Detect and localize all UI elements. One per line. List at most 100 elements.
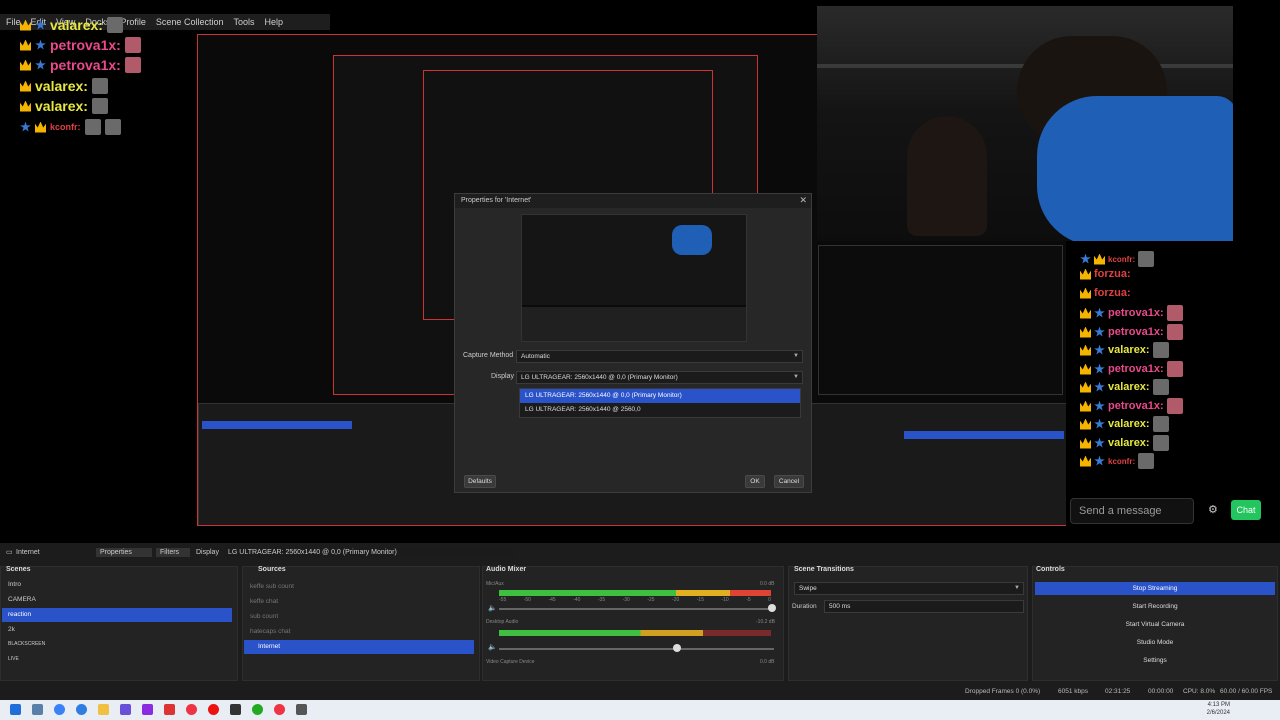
browser-icon[interactable] bbox=[76, 704, 87, 715]
app-icon[interactable] bbox=[164, 704, 175, 715]
defaults-button[interactable]: Defaults bbox=[464, 475, 496, 488]
stop-streaming-button[interactable]: Stop Streaming bbox=[1035, 582, 1275, 595]
emote-icon bbox=[1166, 398, 1183, 414]
bitrate: 6051 kbps bbox=[1058, 688, 1088, 695]
scene-item[interactable]: CAMERA bbox=[2, 593, 232, 607]
scene-item[interactable]: Intro bbox=[2, 578, 232, 592]
right-chat: kconfr: forzua: forzua: petrova1x: petro… bbox=[1066, 241, 1266, 531]
source-item[interactable]: hatecaps chat bbox=[244, 625, 474, 639]
capture-method-value: Automatic bbox=[521, 353, 550, 360]
emote-icon bbox=[1152, 379, 1169, 395]
menu-help[interactable]: Help bbox=[264, 17, 283, 27]
scene-item[interactable]: reaction bbox=[2, 608, 232, 622]
settings-button[interactable]: Settings bbox=[1035, 654, 1275, 667]
tick-label: -5 bbox=[746, 597, 751, 603]
toolbar-source-name: Internet bbox=[16, 548, 40, 556]
folder-icon[interactable] bbox=[98, 704, 109, 715]
properties-button[interactable]: Properties bbox=[96, 547, 152, 557]
chat-username: petrova1x: bbox=[1108, 363, 1164, 375]
tick-label: -10 bbox=[721, 597, 729, 603]
emote-icon bbox=[1166, 324, 1183, 340]
menu-tools[interactable]: Tools bbox=[233, 17, 254, 27]
chat-line: forzua: bbox=[1080, 287, 1131, 299]
chat-username: forzua: bbox=[1094, 268, 1131, 280]
display-select[interactable]: LG ULTRAGEAR: 2560x1440 @ 0,0 (Primary M… bbox=[516, 371, 803, 384]
opera-icon[interactable] bbox=[208, 704, 219, 715]
obs-icon[interactable] bbox=[230, 704, 241, 715]
chat-username: valarex: bbox=[1108, 418, 1150, 430]
chat-username: petrova1x: bbox=[50, 37, 121, 53]
speaker-muted-icon[interactable]: 🔈 bbox=[488, 643, 497, 651]
source-item[interactable]: keffe sub count bbox=[244, 580, 474, 594]
start-virtual-camera-button[interactable]: Start Virtual Camera bbox=[1035, 618, 1275, 631]
tick-label: 0 bbox=[768, 597, 771, 603]
volume-slider-track[interactable] bbox=[499, 608, 774, 610]
chrome-icon[interactable] bbox=[186, 704, 197, 715]
audio-channel-name: Desktop Audio bbox=[486, 619, 519, 625]
menu-scene-collection[interactable]: Scene Collection bbox=[156, 17, 224, 27]
chat-message-input[interactable]: Send a message bbox=[1070, 498, 1194, 524]
source-item[interactable]: sub count bbox=[244, 610, 474, 624]
source-item[interactable]: Internet bbox=[244, 640, 474, 654]
audio-channel-db: -10.2 dB bbox=[756, 619, 775, 625]
spotify-icon[interactable] bbox=[252, 704, 263, 715]
ok-button[interactable]: OK bbox=[745, 475, 765, 488]
source-item[interactable]: keffe chat bbox=[244, 595, 474, 609]
chat-send-button[interactable]: Chat bbox=[1231, 500, 1261, 520]
chat-line: kconfr: bbox=[1080, 251, 1155, 267]
app-icon[interactable] bbox=[32, 704, 43, 715]
star-icon bbox=[1094, 381, 1105, 392]
emote-icon bbox=[106, 17, 123, 33]
studio-mode-button[interactable]: Studio Mode bbox=[1035, 636, 1275, 649]
gear-icon[interactable]: ⚙ bbox=[1208, 503, 1218, 516]
scene-item[interactable]: LIVE bbox=[2, 653, 232, 667]
toolbar-display-select[interactable]: LG ULTRAGEAR: 2560x1440 @ 0,0 (Primary M… bbox=[224, 547, 514, 557]
crown-icon bbox=[1080, 363, 1091, 375]
transition-type-select[interactable]: Swipe ▼ bbox=[794, 582, 1024, 595]
tick-label: -40 bbox=[573, 597, 581, 603]
volume-slider-knob[interactable] bbox=[673, 644, 681, 652]
volume-slider-knob[interactable] bbox=[768, 604, 776, 612]
app-icon[interactable] bbox=[120, 704, 131, 715]
duration-input[interactable]: 500 ms bbox=[824, 600, 1024, 613]
chat-line: petrova1x: bbox=[1080, 361, 1183, 377]
close-icon[interactable]: ✕ bbox=[799, 195, 807, 206]
chat-line: valarex: bbox=[1080, 416, 1169, 432]
app-icon[interactable] bbox=[296, 704, 307, 715]
controls-title: Controls bbox=[1036, 566, 1065, 573]
crown-icon bbox=[1080, 307, 1091, 319]
capture-method-select[interactable]: Automatic ▼ bbox=[516, 350, 803, 363]
scene-item[interactable]: 2k bbox=[2, 623, 232, 637]
windows-start-icon[interactable] bbox=[10, 704, 21, 715]
twitch-icon[interactable] bbox=[142, 704, 153, 715]
tick-label: -35 bbox=[597, 597, 606, 603]
clock-date: 2/6/2024 bbox=[1206, 710, 1230, 716]
menu-profile[interactable]: Profile bbox=[120, 17, 146, 27]
dropdown-option[interactable]: LG ULTRAGEAR: 2560x1440 @ 0,0 (Primary M… bbox=[520, 389, 800, 403]
start-recording-button[interactable]: Start Recording bbox=[1035, 600, 1275, 613]
crown-icon bbox=[20, 59, 31, 71]
chat-username: valarex: bbox=[1108, 437, 1150, 449]
chrome-icon[interactable] bbox=[274, 704, 285, 715]
emote-icon bbox=[1138, 251, 1155, 267]
chat-line: petrova1x: bbox=[20, 57, 141, 73]
emote-icon bbox=[1152, 435, 1169, 451]
chat-line: kconfr: bbox=[1080, 453, 1155, 469]
dropdown-option[interactable]: LG ULTRAGEAR: 2560x1440 @ 2560,0 bbox=[520, 403, 800, 417]
audio-mixer-title: Audio Mixer bbox=[486, 566, 527, 573]
tick-label: -15 bbox=[696, 597, 704, 603]
menu-file[interactable]: File bbox=[6, 17, 21, 27]
filters-button[interactable]: Filters bbox=[156, 547, 190, 557]
emote-icon bbox=[91, 98, 108, 114]
scene-item[interactable]: BLACKSCREEN bbox=[2, 638, 232, 652]
tick-label: -55 bbox=[499, 597, 507, 603]
volume-slider-track[interactable] bbox=[499, 648, 774, 650]
star-icon bbox=[1094, 437, 1105, 448]
edge-icon[interactable] bbox=[54, 704, 65, 715]
speaker-icon[interactable]: 🔈 bbox=[488, 604, 497, 612]
preview-screen bbox=[522, 215, 746, 305]
cancel-button[interactable]: Cancel bbox=[774, 475, 804, 488]
tick-label: -20 bbox=[672, 597, 680, 603]
chat-username: valarex: bbox=[1108, 344, 1150, 356]
audio-channel-db: 0.0 dB bbox=[760, 659, 775, 665]
